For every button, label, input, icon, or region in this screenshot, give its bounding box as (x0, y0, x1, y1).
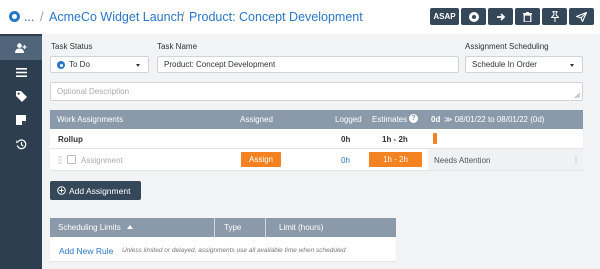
task-name-label: Task Name (157, 42, 198, 51)
chevron-down-icon (570, 64, 574, 67)
assignment-row: Assignment Assign 0h 1h - 2h Needs Atten… (50, 149, 583, 171)
scrollbar[interactable] (592, 34, 600, 269)
estimate-button[interactable]: 1h - 2h (369, 152, 422, 167)
list-icon (15, 67, 27, 77)
assign-user-icon (15, 43, 27, 53)
column-type: Type (224, 223, 242, 232)
assignment-name[interactable]: Assignment (81, 156, 123, 165)
task-status-label: Task Status (51, 42, 93, 51)
task-name-input[interactable]: Product: Concept Development (157, 56, 459, 73)
trash-icon (523, 11, 532, 22)
plus-circle-icon (57, 186, 66, 195)
sort-up-icon[interactable] (127, 225, 133, 229)
assign-button[interactable]: Assign (241, 152, 281, 167)
column-limit-hours: Limit (hours) (279, 223, 324, 232)
task-status-icon[interactable] (9, 11, 20, 22)
rollup-row: Rollup 0h 1h - 2h (50, 129, 583, 149)
record-icon (468, 11, 479, 22)
record-button[interactable] (461, 8, 486, 25)
sidebar-item-history[interactable] (0, 132, 42, 156)
rollup-estimate: 1h - 2h (382, 135, 408, 144)
breadcrumb-separator: / (181, 10, 185, 24)
assignment-logged[interactable]: 0h (341, 156, 350, 165)
column-divider (214, 218, 215, 237)
limits-table-body: Add New Rule Unless limited or delayed, … (50, 237, 396, 262)
drag-handle-icon[interactable] (58, 156, 62, 164)
timeline-duration: 0d (431, 115, 441, 124)
rollup-logged: 0h (341, 135, 351, 144)
status-radio-icon (57, 61, 65, 69)
note-icon (16, 115, 26, 125)
pin-icon (550, 11, 559, 22)
assignment-status: Needs Attention (434, 156, 491, 165)
send-icon (576, 11, 587, 22)
chevron-down-icon (136, 64, 140, 67)
move-button[interactable] (488, 8, 513, 25)
description-input[interactable]: Optional Description (50, 82, 583, 101)
pin-button[interactable] (542, 8, 567, 25)
task-panel: Task Status Task Name Assignment Schedul… (42, 34, 600, 269)
delete-button[interactable] (515, 8, 540, 25)
sidebar (0, 34, 42, 269)
assignment-checkbox[interactable] (67, 155, 76, 164)
breadcrumb-separator: / (40, 10, 44, 24)
limits-table-header: Scheduling Limits Type Limit (hours) (50, 218, 396, 237)
timeline-date-range[interactable]: ≫ 08/01/22 to 08/01/22 (0d) (444, 115, 544, 124)
column-assigned: Assigned (240, 115, 273, 124)
column-divider (265, 218, 266, 237)
limits-hint: Unless limited or delayed, assignments u… (122, 247, 346, 254)
add-new-rule-link[interactable]: Add New Rule (59, 246, 113, 256)
sidebar-item-checklist[interactable] (0, 60, 42, 84)
send-button[interactable] (569, 8, 594, 25)
breadcrumb-project-link[interactable]: AcmeCo Widget Launch (49, 10, 184, 24)
column-logged: Logged (335, 115, 362, 124)
tag-icon (15, 90, 27, 102)
arrow-right-icon (496, 12, 505, 21)
task-status-select[interactable]: To Do (50, 56, 149, 73)
assignments-table-header: Work Assignments Assigned Logged Estimat… (50, 110, 583, 129)
breadcrumb-ellipsis[interactable]: ... (24, 10, 34, 24)
scheduling-label: Assignment Scheduling (465, 42, 549, 51)
sidebar-item-notes[interactable] (0, 108, 42, 132)
rollup-label: Rollup (58, 135, 83, 144)
column-estimates: Estimates (372, 115, 408, 124)
more-options-icon[interactable] (575, 156, 577, 164)
column-work-assignments: Work Assignments (57, 115, 124, 124)
add-assignment-button[interactable]: Add Assignment (50, 181, 141, 200)
scheduling-select[interactable]: Schedule In Order (465, 56, 583, 73)
page-title: Product: Concept Development (189, 10, 363, 24)
resize-handle-icon[interactable] (575, 93, 580, 98)
history-icon (15, 138, 26, 149)
timeline-bar (433, 133, 437, 144)
sidebar-item-assignments[interactable] (0, 36, 42, 60)
column-scheduling-limits[interactable]: Scheduling Limits (58, 223, 121, 232)
help-icon[interactable]: ? (409, 114, 418, 123)
sidebar-item-tags[interactable] (0, 84, 42, 108)
asap-button[interactable]: ASAP (430, 8, 459, 25)
page-header: ... / AcmeCo Widget Launch / Product: Co… (0, 0, 600, 34)
